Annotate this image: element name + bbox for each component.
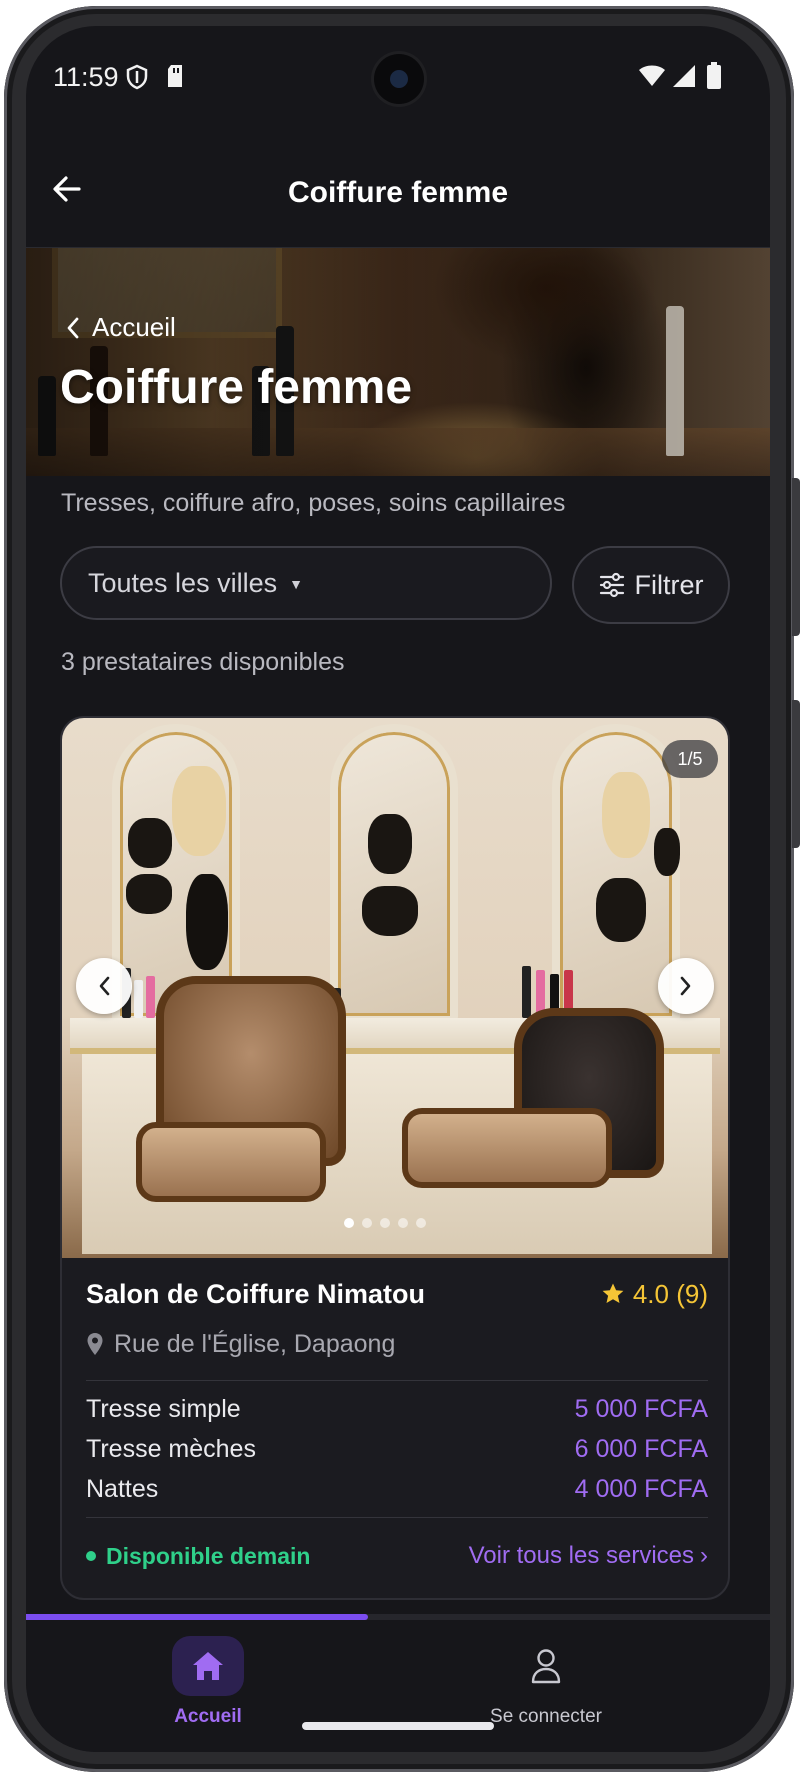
- star-icon: [602, 1283, 624, 1303]
- product-bottle: [146, 976, 155, 1018]
- carousel-dots[interactable]: [344, 1218, 426, 1228]
- status-time: 11:59: [53, 62, 119, 92]
- volume-button: [792, 478, 800, 636]
- salon-chair-seat: [402, 1108, 612, 1188]
- nav-home-icon-wrap: [172, 1636, 244, 1696]
- product-bottle: [134, 980, 143, 1018]
- divider: [86, 1380, 708, 1381]
- category-description: Tresses, coiffure afro, poses, soins cap…: [61, 489, 566, 517]
- wig: [596, 878, 646, 942]
- carousel-dot[interactable]: [398, 1218, 408, 1228]
- service-name: Tresse mèches: [86, 1434, 256, 1463]
- wig: [126, 874, 172, 914]
- city-select-value: Toutes les villes: [88, 567, 278, 598]
- service-row: Nattes 4 000 FCFA: [86, 1469, 708, 1509]
- wig: [654, 828, 680, 876]
- nav-item-home[interactable]: Accueil: [108, 1636, 308, 1728]
- shield-icon: [126, 64, 148, 95]
- sliders-icon: [599, 572, 624, 598]
- see-all-services-link[interactable]: Voir tous les services ›: [469, 1542, 708, 1570]
- breadcrumb[interactable]: Accueil: [66, 312, 176, 343]
- chevron-left-icon: [99, 976, 110, 996]
- wig: [128, 818, 172, 868]
- filter-button[interactable]: Filtrer: [572, 546, 730, 624]
- carousel-prev-button[interactable]: [76, 958, 132, 1014]
- results-count: 3 prestataires disponibles: [61, 648, 345, 676]
- service-name: Tresse simple: [86, 1394, 241, 1423]
- nav-login-icon-wrap: [510, 1636, 582, 1696]
- carousel-next-button[interactable]: [658, 958, 714, 1014]
- provider-photo-carousel[interactable]: 1/5: [62, 718, 728, 1258]
- page-title: Coiffure femme: [287, 176, 509, 209]
- nav-label: Se connecter: [490, 1706, 602, 1727]
- bottom-nav: Accueil Se connecter: [26, 1620, 770, 1752]
- chevron-right-icon: [680, 976, 691, 996]
- carousel-dot[interactable]: [362, 1218, 372, 1228]
- photo-counter-badge: 1/5: [662, 740, 718, 778]
- location-pin-icon: [87, 1333, 103, 1355]
- hero-title: Coiffure femme: [60, 361, 413, 414]
- carousel-dot[interactable]: [380, 1218, 390, 1228]
- service-list: Tresse simple 5 000 FCFA Tresse mèches 6…: [86, 1389, 708, 1509]
- divider: [86, 1517, 708, 1518]
- home-indicator: [302, 1722, 494, 1730]
- nav-label: Accueil: [174, 1706, 242, 1727]
- rating-value: 4.0 (9): [632, 1278, 708, 1309]
- wig: [362, 886, 418, 936]
- wifi-icon: [638, 64, 666, 93]
- signal-icon: [672, 64, 696, 93]
- provider-info: Salon de Coiffure Nimatou 4.0 (9) Rue de…: [86, 1274, 708, 1576]
- salon-chair-seat: [136, 1122, 326, 1202]
- provider-name[interactable]: Salon de Coiffure Nimatou: [86, 1279, 425, 1310]
- battery-icon: [706, 62, 722, 95]
- chevron-left-icon: [67, 317, 79, 338]
- availability-text: Disponible demain: [106, 1542, 311, 1569]
- wig: [602, 772, 650, 858]
- chevron-right-icon: ›: [700, 1542, 708, 1569]
- city-select[interactable]: Toutes les villes ▼: [60, 546, 552, 620]
- nav-item-login[interactable]: Se connecter: [446, 1636, 646, 1728]
- carousel-dot[interactable]: [416, 1218, 426, 1228]
- address-text: Rue de l'Église, Dapaong: [114, 1329, 396, 1358]
- wig: [172, 766, 226, 856]
- front-camera: [374, 54, 424, 104]
- status-bar: 11:59: [26, 26, 770, 126]
- product-bottle: [522, 966, 531, 1018]
- service-row: Tresse mèches 6 000 FCFA: [86, 1429, 708, 1469]
- home-icon: [193, 1652, 223, 1680]
- salon-mirror: [330, 724, 458, 1024]
- availability-dot-icon: [86, 1551, 96, 1561]
- power-button: [792, 700, 800, 848]
- service-row: Tresse simple 5 000 FCFA: [86, 1389, 708, 1429]
- carousel-dot[interactable]: [344, 1218, 354, 1228]
- wig: [368, 814, 412, 874]
- app-bar: Coiffure femme: [26, 138, 770, 248]
- provider-rating: 4.0 (9): [601, 1279, 708, 1310]
- hero-banner: Accueil Coiffure femme: [26, 248, 770, 476]
- user-icon: [531, 1649, 561, 1684]
- service-name: Nattes: [86, 1474, 159, 1503]
- provider-card[interactable]: 1/5 Salon de Coiffure Nimatou 4.0 (9) Ru…: [60, 716, 730, 1600]
- filter-label: Filtrer: [634, 569, 704, 600]
- wig: [186, 874, 228, 970]
- availability-status: Disponible demain: [86, 1543, 310, 1570]
- service-price: 6 000 FCFA: [574, 1434, 708, 1463]
- sd-card-icon: [166, 64, 184, 93]
- caret-down-icon: ▼: [289, 576, 303, 592]
- see-all-label: Voir tous les services: [468, 1542, 694, 1569]
- breadcrumb-label: Accueil: [92, 312, 176, 342]
- service-price: 4 000 FCFA: [574, 1474, 708, 1503]
- provider-address: Rue de l'Église, Dapaong: [86, 1324, 708, 1364]
- screen: 11:59 Coiffure femme Accueil Coiffure fe…: [26, 26, 770, 1752]
- service-price: 5 000 FCFA: [574, 1394, 708, 1423]
